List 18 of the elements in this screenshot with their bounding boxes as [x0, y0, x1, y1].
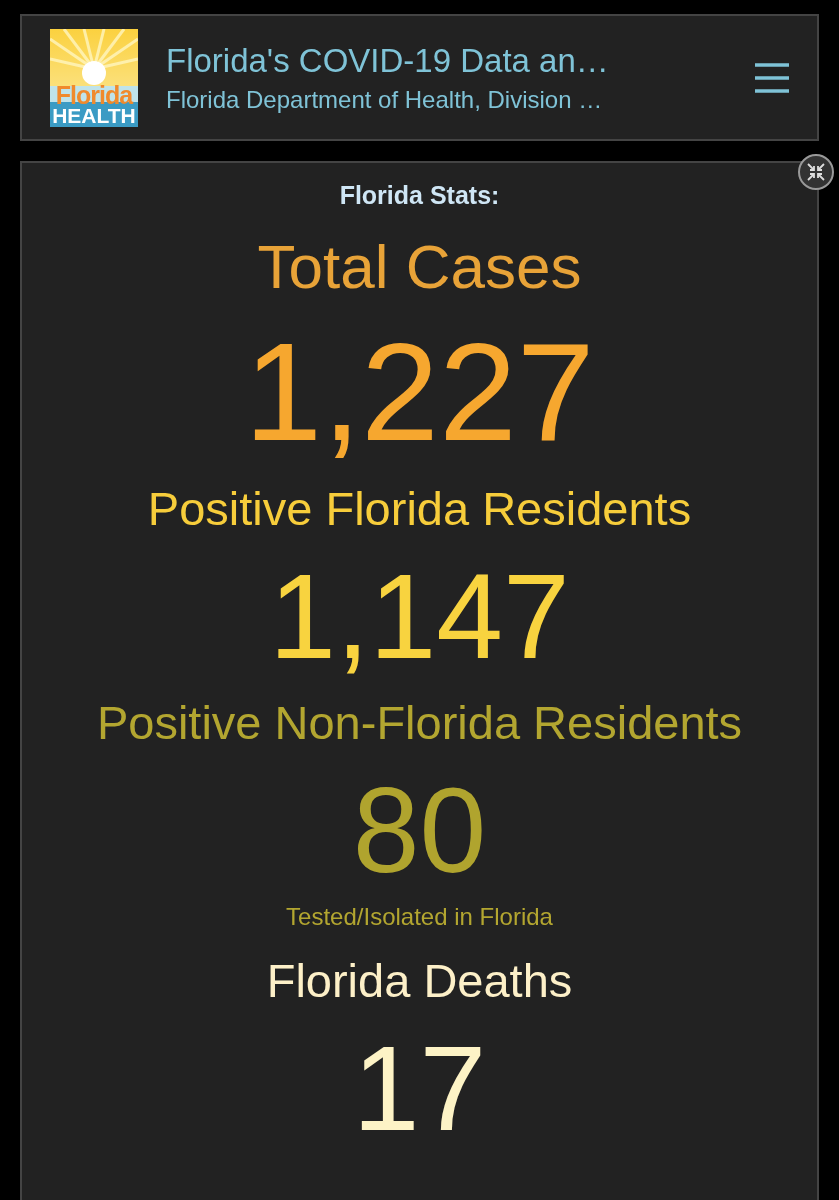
- collapse-button[interactable]: [798, 154, 834, 190]
- stat-value: 1,227: [244, 317, 595, 467]
- section-heading: Florida Stats:: [339, 180, 500, 211]
- logo-text: Florida: [55, 84, 133, 105]
- stat-title: Total Cases: [257, 231, 582, 303]
- stat-value: 1,147: [269, 551, 570, 681]
- stat-label: Florida Deaths: [266, 953, 573, 1009]
- sun-icon: [50, 28, 138, 85]
- app-title: Florida's COVID-19 Data an…: [166, 41, 610, 80]
- stat-note: Tested/Isolated in Florida: [286, 902, 553, 932]
- app-subtitle: Florida Department of Health, Division …: [166, 85, 604, 114]
- stat-label: Positive Non-Florida Residents: [96, 695, 743, 751]
- stat-value: 17: [352, 1023, 487, 1153]
- logo-text: HEALTH: [52, 104, 136, 127]
- collapse-icon: [806, 162, 826, 182]
- stat-label: Positive Florida Residents: [147, 481, 692, 537]
- menu-icon[interactable]: [753, 60, 791, 95]
- stat-value: 80: [352, 765, 487, 895]
